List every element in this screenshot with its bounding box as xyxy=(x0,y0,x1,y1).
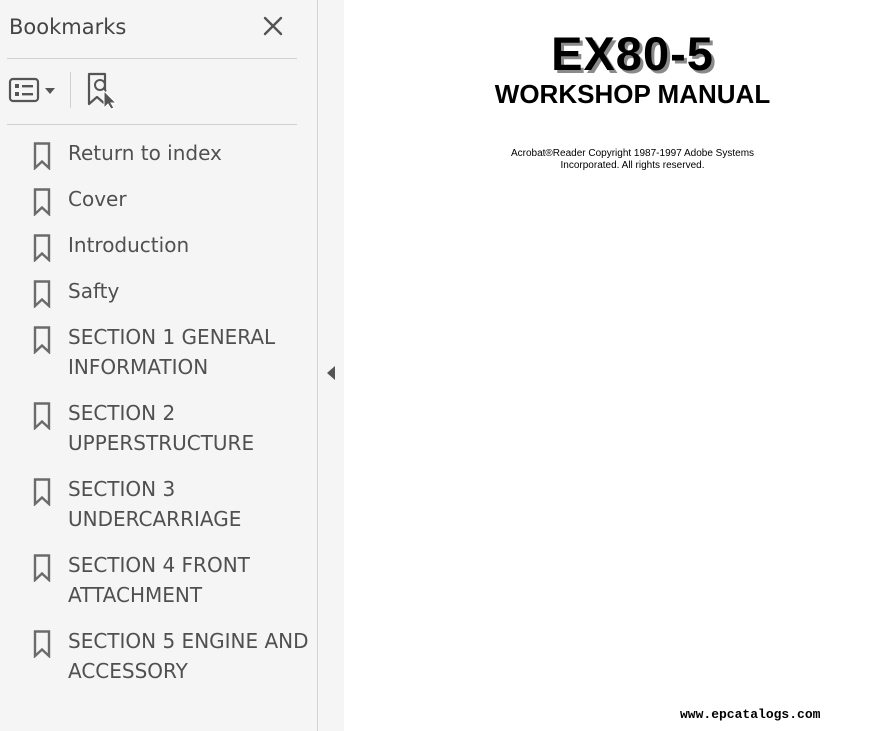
copyright-line-1: Acrobat®Reader Copyright 1987-1997 Adobe… xyxy=(510,148,755,159)
bookmark-label: SECTION 5 ENGINE AND xyxy=(68,629,309,653)
bookmark-item[interactable]: SECTION 4 FRONT ATTACHMENT xyxy=(0,550,317,610)
bookmark-label: UPPERSTRUCTURE xyxy=(68,431,255,455)
close-icon[interactable] xyxy=(262,15,284,37)
bookmark-icon xyxy=(33,142,51,170)
bookmark-item[interactable]: Safty xyxy=(0,276,317,308)
panel-title: Bookmarks xyxy=(9,15,127,39)
divider xyxy=(7,58,297,59)
triangle-left-icon xyxy=(327,366,335,380)
bookmark-options-button[interactable] xyxy=(8,74,58,108)
bookmark-label: ATTACHMENT xyxy=(68,583,203,607)
bookmark-label: INFORMATION xyxy=(68,355,209,379)
bookmark-item[interactable]: SECTION 1 GENERAL INFORMATION xyxy=(0,322,317,382)
bookmark-label: Cover xyxy=(68,187,127,211)
bookmark-options-icon xyxy=(8,77,40,103)
bookmark-item[interactable]: Introduction xyxy=(0,230,317,262)
bookmark-item[interactable]: Cover xyxy=(0,184,317,216)
bookmark-label: Return to index xyxy=(68,141,222,165)
divider xyxy=(7,124,297,125)
chevron-down-icon xyxy=(45,88,55,94)
bookmark-icon xyxy=(33,188,51,216)
bookmark-item[interactable]: Return to index xyxy=(0,138,317,170)
bookmark-label: SECTION 3 xyxy=(68,477,176,501)
copyright-line-2: Incorporated. All rights reserved. xyxy=(560,160,705,171)
bookmark-icon xyxy=(33,234,51,262)
bookmark-item[interactable]: SECTION 3 UNDERCARRIAGE xyxy=(0,474,317,534)
copyright-notice: Acrobat®Reader Copyright 1987-1997 Adobe… xyxy=(345,148,892,172)
bookmark-icon xyxy=(33,630,51,658)
bookmark-label: Introduction xyxy=(68,233,190,257)
bookmark-icon xyxy=(33,280,51,308)
bookmark-label: ACCESSORY xyxy=(68,659,188,683)
document-subtitle: WORKSHOP MANUAL xyxy=(494,79,771,109)
find-current-bookmark-icon xyxy=(87,72,118,110)
bookmark-label: UNDERCARRIAGE xyxy=(68,507,242,531)
bookmark-icon xyxy=(33,402,51,430)
website-url: www.epcatalogs.com xyxy=(680,707,821,722)
bookmark-list: Return to index Cover Introduction Safty SEC… xyxy=(0,138,317,702)
document-page: EX80-5 WORKSHOP MANUAL Acrobat®Reader Co… xyxy=(345,0,892,731)
bookmarks-panel: Bookmarks Return to index Cover Introduc… xyxy=(0,0,318,731)
bookmark-label: SECTION 4 FRONT xyxy=(68,553,250,577)
toolbar-separator xyxy=(70,72,71,108)
bookmark-label: SECTION 1 GENERAL xyxy=(68,325,276,349)
find-current-bookmark-button[interactable] xyxy=(84,72,122,110)
bookmark-item[interactable]: SECTION 2 UPPERSTRUCTURE xyxy=(0,398,317,458)
bookmark-item[interactable]: SECTION 5 ENGINE AND ACCESSORY xyxy=(0,626,317,686)
document-title: EX80-5 xyxy=(551,27,714,80)
collapse-panel-button[interactable] xyxy=(320,358,342,388)
bookmark-icon xyxy=(33,478,51,506)
bookmark-icon xyxy=(33,554,51,582)
bookmark-label: Safty xyxy=(68,279,120,303)
bookmarks-header: Bookmarks xyxy=(0,0,317,58)
bookmark-icon xyxy=(33,326,51,354)
bookmark-label: SECTION 2 xyxy=(68,401,176,425)
